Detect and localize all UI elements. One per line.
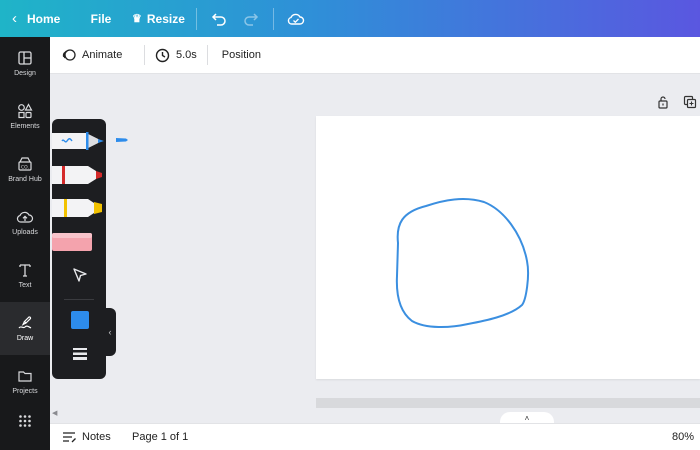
text-icon [19,264,31,277]
animate-icon [62,49,76,61]
sidebar-item-elements[interactable]: Elements [0,90,50,143]
highlighter-tool-icon[interactable] [52,196,106,220]
duration-button[interactable]: 5.0s [151,37,201,74]
notes-button[interactable]: Notes [50,431,122,443]
sidebar-item-label: Draw [16,335,34,342]
sidebar-item-brand-hub[interactable]: CO. Brand Hub [0,143,50,196]
sidebar-item-design[interactable]: Design [0,37,50,90]
notes-label: Notes [82,431,111,443]
sidebar-item-label: Uploads [12,229,38,236]
duplicate-page-icon[interactable] [683,95,697,109]
top-bar: ‹ Home File ♛ Resize [0,0,700,37]
notes-icon [63,432,76,443]
position-label: Position [221,49,261,61]
animate-label: Animate [82,49,123,61]
color-swatch[interactable] [71,311,89,329]
eraser-tool-icon[interactable] [52,230,106,254]
sidebar-item-label: Brand Hub [8,176,42,183]
draw-icon [18,316,32,329]
home-label: Home [27,11,61,26]
page-indicator[interactable]: Page 1 of 1 [132,431,188,443]
resize-button[interactable]: ♛ Resize [124,0,190,37]
cloud-saved-icon [287,13,305,25]
marker-tool-icon[interactable] [52,163,106,187]
redo-button[interactable] [235,0,267,37]
design-page[interactable] [316,116,700,379]
sidebar-item-label: Text [18,282,32,289]
undo-button[interactable] [203,0,235,37]
left-sidebar: Design Elements CO. Brand Hub Uploads Te… [0,37,50,450]
svg-text:CO.: CO. [21,164,29,170]
chevron-up-icon: ˄ [524,413,530,423]
resize-label: Resize [146,11,185,26]
divider [144,45,145,65]
context-toolbar: Animate 5.0s Position [50,37,700,74]
freehand-stroke[interactable] [395,198,530,328]
sidebar-item-projects[interactable]: Projects [0,355,50,408]
sidebar-item-label: Projects [12,388,38,395]
animate-button[interactable]: Animate [50,37,138,74]
brand-icon: CO. [18,157,32,171]
sidebar-item-apps[interactable] [0,408,50,448]
chevron-left-icon: ‹ [12,10,17,27]
file-label: File [90,11,112,26]
zoom-level[interactable]: 80% [672,431,700,443]
divider [196,7,197,30]
pen-tool-icon[interactable] [52,129,106,153]
redo-icon [244,12,259,26]
apps-grid-icon [19,415,31,427]
scroll-left-arrow-icon[interactable]: ◀ [52,409,57,417]
undo-icon [211,12,226,26]
lock-icon[interactable] [656,95,670,109]
horizontal-scrollbar[interactable] [316,398,700,408]
layout-icon [18,51,32,65]
drawing-canvas [395,198,530,328]
crown-icon: ♛ [132,13,142,25]
home-button[interactable]: ‹ Home [0,0,78,37]
save-status-button[interactable] [280,0,312,37]
sidebar-item-uploads[interactable]: Uploads [0,196,50,249]
chevron-left-icon: ‹ [108,327,112,337]
sidebar-item-text[interactable]: Text [0,249,50,302]
stroke-weight-icon[interactable] [73,347,87,361]
shapes-icon [18,103,33,119]
sidebar-item-label: Design [14,70,36,77]
folder-icon [18,371,32,382]
file-menu-button[interactable]: File [78,0,124,37]
bottom-bar: Notes Page 1 of 1 80% [50,423,700,450]
collapse-panel-button[interactable]: ‹ [104,308,116,356]
divider [273,7,274,30]
divider [64,299,94,300]
sidebar-item-label: Elements [10,123,40,130]
duration-label: 5.0s [176,49,197,61]
pen-cursor-indicator-icon [116,138,128,142]
position-button[interactable]: Position [214,37,269,74]
upload-cloud-icon [16,211,34,223]
divider [206,45,208,65]
sidebar-item-draw[interactable]: Draw [0,302,50,355]
clock-icon [155,48,170,62]
draw-tools-panel [52,119,106,379]
select-cursor-icon[interactable] [72,267,88,283]
